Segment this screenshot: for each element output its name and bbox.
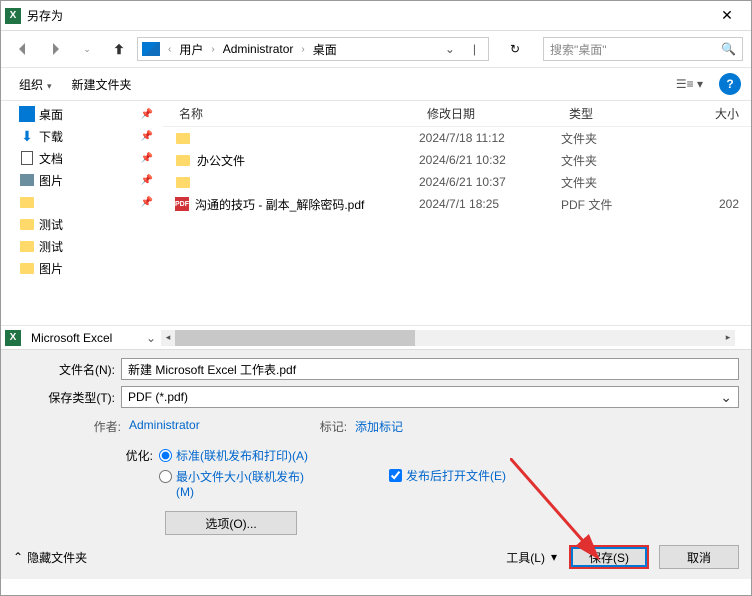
new-folder-button[interactable]: 新建文件夹 [64,72,140,97]
tags-value[interactable]: 添加标记 [355,418,403,435]
tree-item[interactable]: 桌面📌 [1,103,163,125]
cancel-button[interactable]: 取消 [659,545,739,569]
file-row[interactable]: 2024/7/18 11:12文件夹 [163,127,751,149]
opt-min-radio[interactable] [159,470,172,483]
location-label[interactable]: Microsoft Excel [27,331,143,345]
col-name[interactable]: 名称 [163,105,419,122]
optimize-label: 优化: [13,447,159,503]
tree-item[interactable]: 📌 [1,191,163,213]
drive-icon [142,42,160,56]
help-button[interactable]: ? [719,73,741,95]
nav-forward-button [41,37,69,61]
search-icon: 🔍 [721,42,736,56]
file-list: 2024/7/18 11:12文件夹办公文件2024/6/21 10:32文件夹… [163,127,751,215]
tree-item[interactable]: ⬇下载📌 [1,125,163,147]
col-date[interactable]: 修改日期 [419,105,561,122]
tree-item[interactable]: 文档📌 [1,147,163,169]
filetype-label: 保存类型(T): [13,389,121,406]
file-row[interactable]: 办公文件2024/6/21 10:32文件夹 [163,149,751,171]
col-type[interactable]: 类型 [561,105,661,122]
file-row[interactable]: 2024/6/21 10:37文件夹 [163,171,751,193]
window-title: 另存为 [27,7,707,24]
nav-back-button[interactable] [9,37,37,61]
refresh-button[interactable]: ↻ [497,37,533,61]
filename-label: 文件名(N): [13,361,121,378]
options-button[interactable]: 选项(O)... [165,511,297,535]
tree-item[interactable]: 图片📌 [1,169,163,191]
nav-up-button[interactable] [105,37,133,61]
tree-item[interactable]: 测试 [1,213,163,235]
breadcrumb[interactable]: ‹ 用户› Administrator› 桌面 ⌄| [137,37,489,61]
horizontal-scrollbar[interactable] [161,330,735,346]
close-button[interactable]: ✕ [707,2,747,30]
col-size[interactable]: 大小 [661,105,751,122]
opt-standard-radio[interactable] [159,449,172,462]
tools-menu[interactable]: 工具(L)▾ [506,549,557,566]
hide-folders-button[interactable]: ⌃隐藏文件夹 [13,549,87,566]
excel-icon: X [5,330,21,346]
view-options-button[interactable]: ☰≡ ▾ [672,75,707,93]
folder-tree: 桌面📌⬇下载📌文档📌图片📌 📌测试测试图片 [1,101,163,325]
open-after-checkbox[interactable] [389,469,402,482]
search-input[interactable]: 搜索"桌面" 🔍 [543,37,743,61]
location-dropdown[interactable]: ⌄ [143,331,159,345]
nav-recent-button[interactable]: ⌄ [73,37,101,61]
filetype-select[interactable]: PDF (*.pdf) [121,386,739,408]
tree-item[interactable]: 图片 [1,257,163,279]
tree-item[interactable]: 测试 [1,235,163,257]
file-row[interactable]: PDF沟通的技巧 - 副本_解除密码.pdf2024/7/1 18:25PDF … [163,193,751,215]
tags-label: 标记: [320,418,347,435]
organize-button[interactable]: 组织 [11,72,60,97]
filename-input[interactable] [121,358,739,380]
save-button[interactable]: 保存(S) [569,545,649,569]
excel-icon: X [5,8,21,24]
file-list-header: 名称 修改日期 类型 大小 [163,101,751,127]
author-value[interactable]: Administrator [129,418,200,435]
author-label: 作者: [13,418,121,435]
